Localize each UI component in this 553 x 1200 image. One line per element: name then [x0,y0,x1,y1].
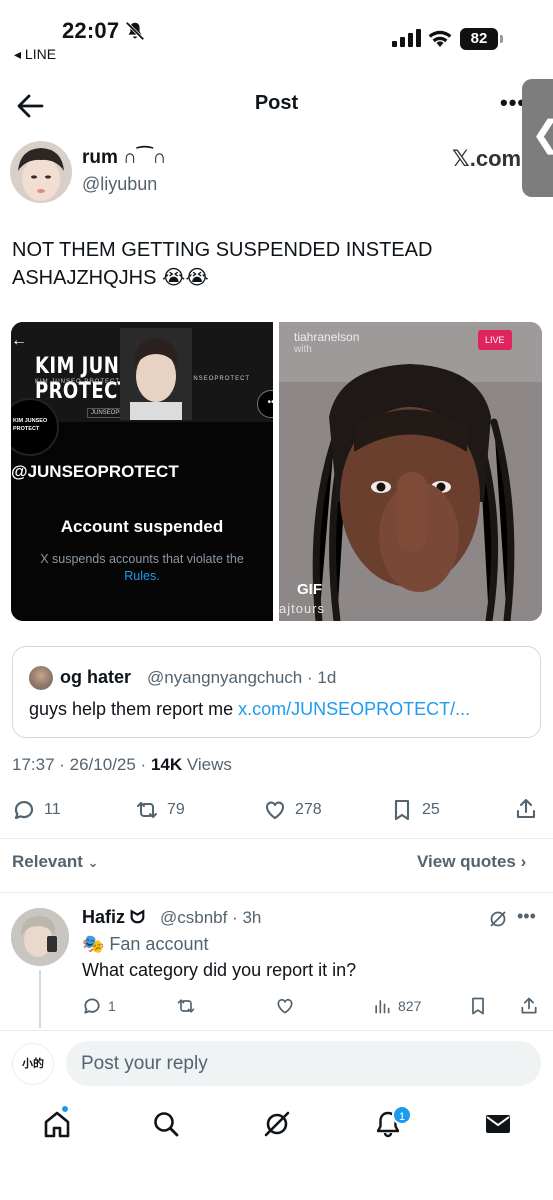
banner-portrait [120,328,192,420]
heart-icon[interactable] [275,996,295,1016]
banner-subtitle: KIM JUNSEO PROTECT [35,379,121,385]
repost-count: 79 [167,801,185,818]
suspended-handle: @JUNSEOPROTECT [11,462,179,481]
repost-button[interactable]: 79 [135,797,185,823]
side-panel-handle[interactable]: ❮ [522,79,553,197]
bookmark-icon[interactable] [468,996,488,1016]
status-time: 22:07 [62,18,120,43]
analytics-icon [375,1000,390,1014]
relevant-sort-dropdown[interactable]: Relevant ⌄ [12,852,99,872]
view-quotes-link[interactable]: View quotes › [417,852,526,872]
home-unread-dot [61,1105,69,1113]
battery-indicator: 82 [460,28,504,50]
author-handle[interactable]: @liyubun [82,174,157,195]
rules-link: Rules. [124,569,160,583]
quoted-post[interactable]: og hater @nyangnyangchuch · 1d guys help… [12,646,541,738]
reply-reply-count: 1 [108,998,116,1014]
suspended-description: X suspends accounts that violate the Rul… [40,552,244,583]
reply-author-handle: @csbnbf · 3h [160,908,262,927]
repost-icon [137,802,157,818]
my-avatar[interactable]: 小的 [12,1043,54,1085]
back-to-app-link[interactable]: ◂ LINE [14,46,56,63]
reply-views[interactable]: 827 [372,995,421,1017]
thread-line [39,970,41,1028]
gif-watermark: ajtours [279,601,326,616]
media-gif[interactable]: tiahranelson with LIVE GIF ajtours [279,322,542,621]
quoted-link[interactable]: x.com/JUNSEOPROTECT/... [238,699,470,719]
share-icon[interactable] [514,797,538,821]
like-button[interactable]: 278 [263,797,322,823]
overlay-back-icon: ← [11,332,27,349]
chevron-right-icon: › [520,852,527,871]
grok-icon[interactable] [262,1109,292,1139]
reply-text: What category did you report it in? [82,960,357,980]
heart-icon [265,801,285,820]
reply-icon [14,801,34,820]
gif-badge: GIF [297,581,322,598]
signal-icon [392,29,421,47]
views-count: 14K [150,755,183,774]
grok-icon[interactable] [488,909,508,929]
page-title: Post [254,92,299,114]
reply-icon [84,998,100,1014]
home-icon[interactable] [42,1109,72,1139]
reply-button[interactable]: 11 [12,797,61,823]
divider [0,892,553,893]
chevron-down-icon: ⌄ [87,855,99,870]
suspended-title: Account suspended [60,517,224,536]
battery-level: 82 [460,28,498,50]
chevron-left-icon: ❮ [531,113,553,155]
notification-badge: 1 [392,1105,412,1125]
quoted-author-handle: @nyangnyangchuch · 1d [147,668,337,687]
like-count: 278 [295,801,322,818]
live-badge: LIVE [478,330,512,350]
divider [0,838,553,839]
repost-icon[interactable] [176,996,196,1016]
gif-streamer-name: tiahranelson [294,330,360,344]
wifi-icon [428,30,452,47]
fan-account-label: 🎭 Fan account [82,934,209,954]
post-meta: 17:37 · 26/10/25 · 14K Views [12,755,232,774]
reply-author-name[interactable]: Hafiz ᗢ [82,907,145,928]
quoted-avatar [29,666,53,690]
post-text: NOT THEM GETTING SUSPENDED INSTEAD ASHAJ… [12,239,433,289]
bell-muted-icon [125,21,145,41]
author-name[interactable]: rum ∩⁀∩ [82,146,166,169]
bookmark-button[interactable]: 25 [390,797,440,823]
media-image-suspended[interactable]: KIM JUNSEO PROTECT KIM JUNSEO PROTECT @J… [11,322,273,621]
gif-with-text: with [294,344,312,355]
gif-frame [279,322,542,621]
messages-icon[interactable] [483,1109,513,1139]
reply-count: 11 [44,801,61,818]
reply-input[interactable]: Post your reply [66,1041,541,1086]
search-icon[interactable] [151,1109,181,1139]
quoted-text: guys help them report me x.com/JUNSEOPRO… [29,699,471,719]
reply-reply-button[interactable]: 1 [82,995,116,1017]
reply-author-avatar[interactable] [11,908,69,966]
quoted-author-name: og hater [60,667,132,687]
bookmark-count: 25 [422,801,440,818]
author-avatar[interactable] [10,141,72,203]
x-com-logo: 𝕏.com [452,146,522,171]
share-icon[interactable] [519,996,539,1016]
reply-views-count: 827 [398,998,422,1014]
reply-more-icon[interactable]: ••• [517,906,536,927]
bookmark-icon [394,799,410,821]
